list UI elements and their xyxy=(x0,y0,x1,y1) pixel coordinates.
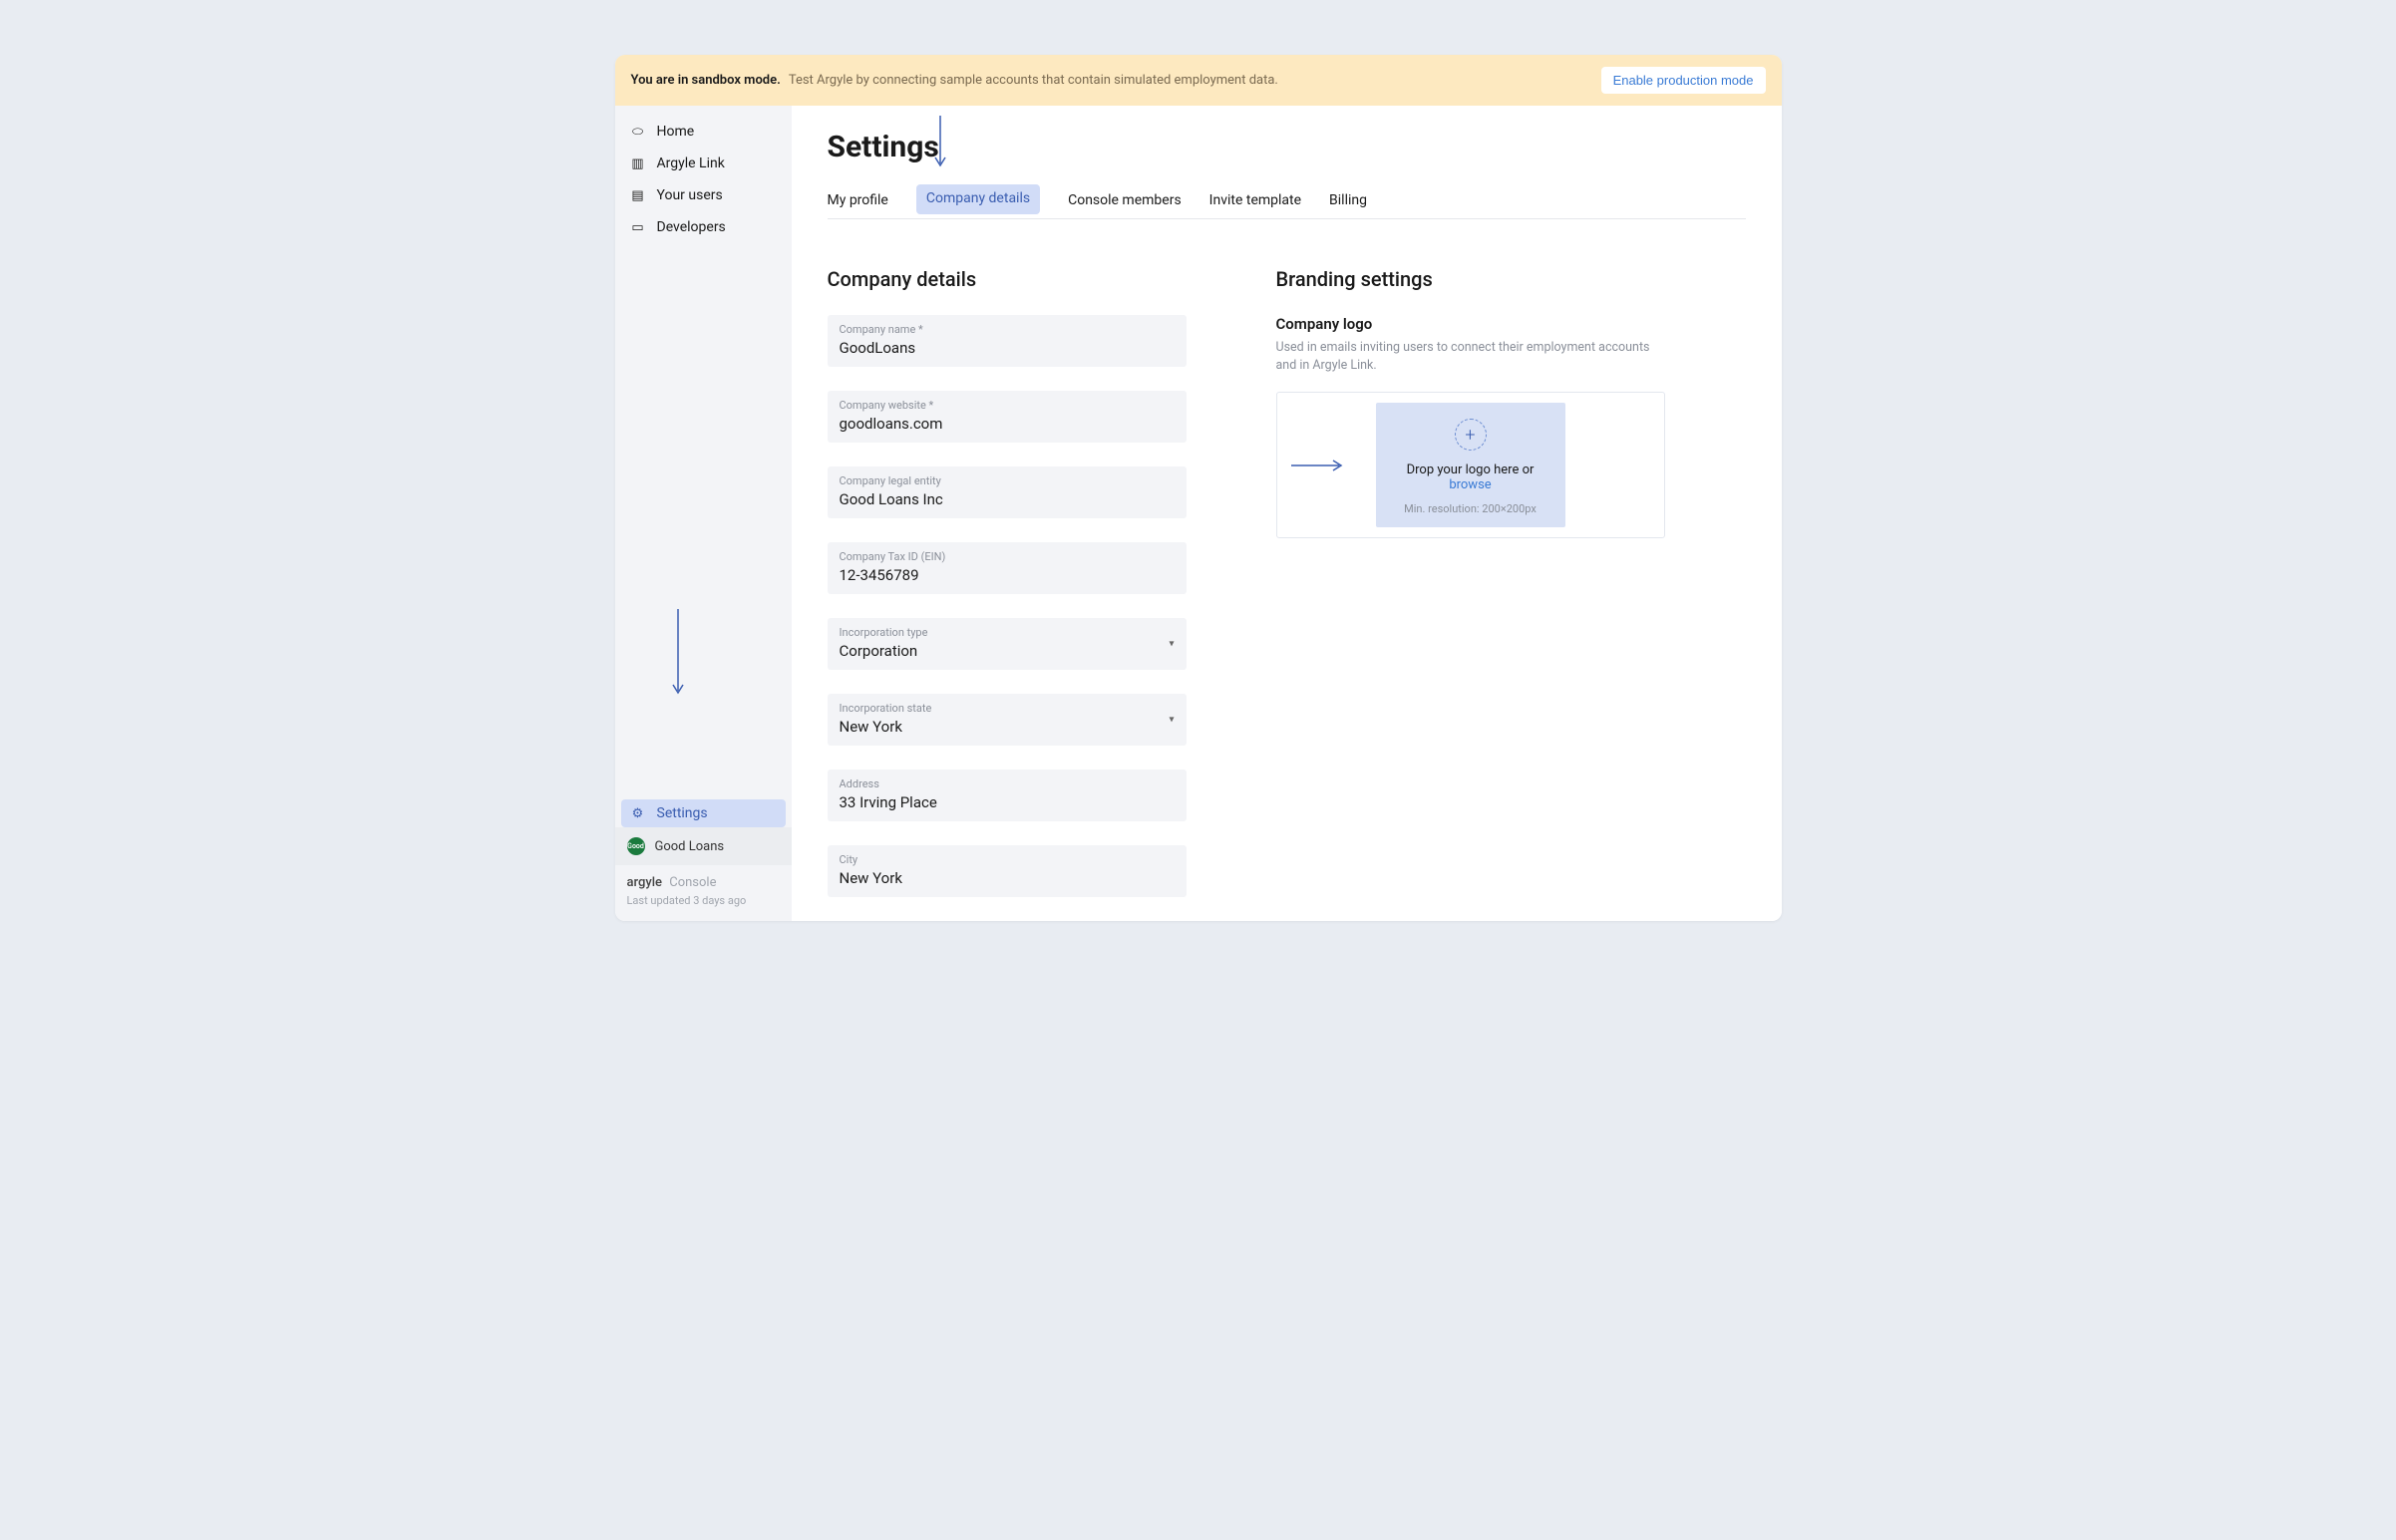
field-label: Company legal entity xyxy=(840,474,1175,487)
link-icon: ▥ xyxy=(629,156,647,171)
dropzone-hint: Min. resolution: 200×200px xyxy=(1396,502,1545,515)
field-label: City xyxy=(840,853,1175,866)
sidebar-item-your-users[interactable]: ▤ Your users xyxy=(615,179,792,211)
brand-argyle: argyle xyxy=(627,875,663,890)
sidebar-item-label: Argyle Link xyxy=(657,155,725,171)
field-incorporation-type[interactable]: Incorporation type Corporation▾ xyxy=(828,618,1187,670)
sidebar-item-label: Home xyxy=(657,124,695,140)
dropzone-text: Drop your logo here or browse xyxy=(1396,462,1545,492)
browse-link[interactable]: browse xyxy=(1449,477,1491,492)
field-city[interactable]: City New York xyxy=(828,845,1187,897)
section-title-company-details: Company details xyxy=(828,267,1187,291)
sidebar-item-home[interactable]: ⬭ Home xyxy=(615,116,792,148)
settings-icon: ⚙ xyxy=(629,806,647,821)
company-name: Good Loans xyxy=(655,839,725,854)
page-title: Settings xyxy=(828,130,1746,164)
field-label: Company Tax ID (EIN) xyxy=(840,550,1175,563)
logo-dropzone[interactable]: + Drop your logo here or browse Min. res… xyxy=(1276,392,1665,538)
arrow-right-annotation-icon xyxy=(1291,458,1347,473)
field-label: Company website * xyxy=(840,399,1175,412)
arrow-down-annotation-icon xyxy=(671,609,691,699)
sidebar-item-settings[interactable]: ⚙ Settings xyxy=(621,799,786,827)
field-label: Incorporation state xyxy=(840,702,1175,715)
tab-my-profile[interactable]: My profile xyxy=(828,184,888,218)
tab-billing[interactable]: Billing xyxy=(1329,184,1367,218)
enable-production-button[interactable]: Enable production mode xyxy=(1601,67,1766,94)
brand-row: argyle Console xyxy=(615,865,792,892)
field-value: 12-3456789 xyxy=(840,566,1175,584)
section-title-branding: Branding settings xyxy=(1276,267,1665,291)
sidebar-item-developers[interactable]: ▭ Developers xyxy=(615,211,792,243)
banner-strong-text: You are in sandbox mode. xyxy=(631,73,781,88)
field-incorporation-state[interactable]: Incorporation state New York▾ xyxy=(828,694,1187,746)
developers-icon: ▭ xyxy=(629,220,647,235)
plus-icon: + xyxy=(1455,419,1487,451)
company-details-column: Company details Company name *GoodLoansC… xyxy=(828,267,1187,921)
field-value: New York xyxy=(840,718,1175,736)
field-value: GoodLoans xyxy=(840,339,1175,357)
brand-console: Console xyxy=(669,875,716,890)
tab-console-members[interactable]: Console members xyxy=(1068,184,1182,218)
users-icon: ▤ xyxy=(629,188,647,203)
chevron-down-icon: ▾ xyxy=(1169,715,1174,726)
company-logo-description: Used in emails inviting users to connect… xyxy=(1276,339,1665,374)
field-label: Company name * xyxy=(840,323,1175,336)
sidebar-item-label: Your users xyxy=(657,187,723,203)
company-badge-icon: Good xyxy=(627,837,645,855)
field-company-tax-id-ein[interactable]: Company Tax ID (EIN) 12-3456789 xyxy=(828,542,1187,594)
field-value: goodloans.com xyxy=(840,415,1175,433)
field-value: Good Loans Inc xyxy=(840,490,1175,508)
branding-column: Branding settings Company logo Used in e… xyxy=(1276,267,1665,921)
field-company-name[interactable]: Company name * GoodLoans xyxy=(828,315,1187,367)
field-address[interactable]: Address 33 Irving Place xyxy=(828,770,1187,821)
sidebar-item-label: Settings xyxy=(657,805,708,821)
arrow-down-annotation-icon xyxy=(933,116,953,171)
main-content: Settings My profile Company details Cons… xyxy=(792,106,1782,921)
last-updated-text: Last updated 3 days ago xyxy=(615,892,792,921)
dropzone-inner: + Drop your logo here or browse Min. res… xyxy=(1376,403,1565,527)
sidebar-item-argyle-link[interactable]: ▥ Argyle Link xyxy=(615,148,792,179)
company-switcher[interactable]: Good Good Loans xyxy=(615,827,792,865)
sidebar-item-label: Developers xyxy=(657,219,726,235)
tab-company-details[interactable]: Company details xyxy=(916,184,1040,214)
field-value: Corporation xyxy=(840,642,1175,660)
field-company-legal-entity[interactable]: Company legal entity Good Loans Inc xyxy=(828,466,1187,518)
banner-text: Test Argyle by connecting sample account… xyxy=(789,73,1278,88)
app-window: You are in sandbox mode. Test Argyle by … xyxy=(615,55,1782,921)
field-label: Incorporation type xyxy=(840,626,1175,639)
home-icon: ⬭ xyxy=(629,125,647,140)
field-value: 33 Irving Place xyxy=(840,793,1175,811)
dropzone-text-static: Drop your logo here or xyxy=(1407,462,1535,477)
field-value: New York xyxy=(840,869,1175,887)
field-label: Address xyxy=(840,777,1175,790)
sidebar: ⬭ Home ▥ Argyle Link ▤ Your users ▭ Deve… xyxy=(615,106,792,921)
sandbox-banner: You are in sandbox mode. Test Argyle by … xyxy=(615,55,1782,106)
tabs: My profile Company details Console membe… xyxy=(828,184,1746,219)
tab-invite-template[interactable]: Invite template xyxy=(1209,184,1301,218)
field-company-website[interactable]: Company website * goodloans.com xyxy=(828,391,1187,443)
company-logo-label: Company logo xyxy=(1276,315,1665,333)
chevron-down-icon: ▾ xyxy=(1169,639,1174,650)
